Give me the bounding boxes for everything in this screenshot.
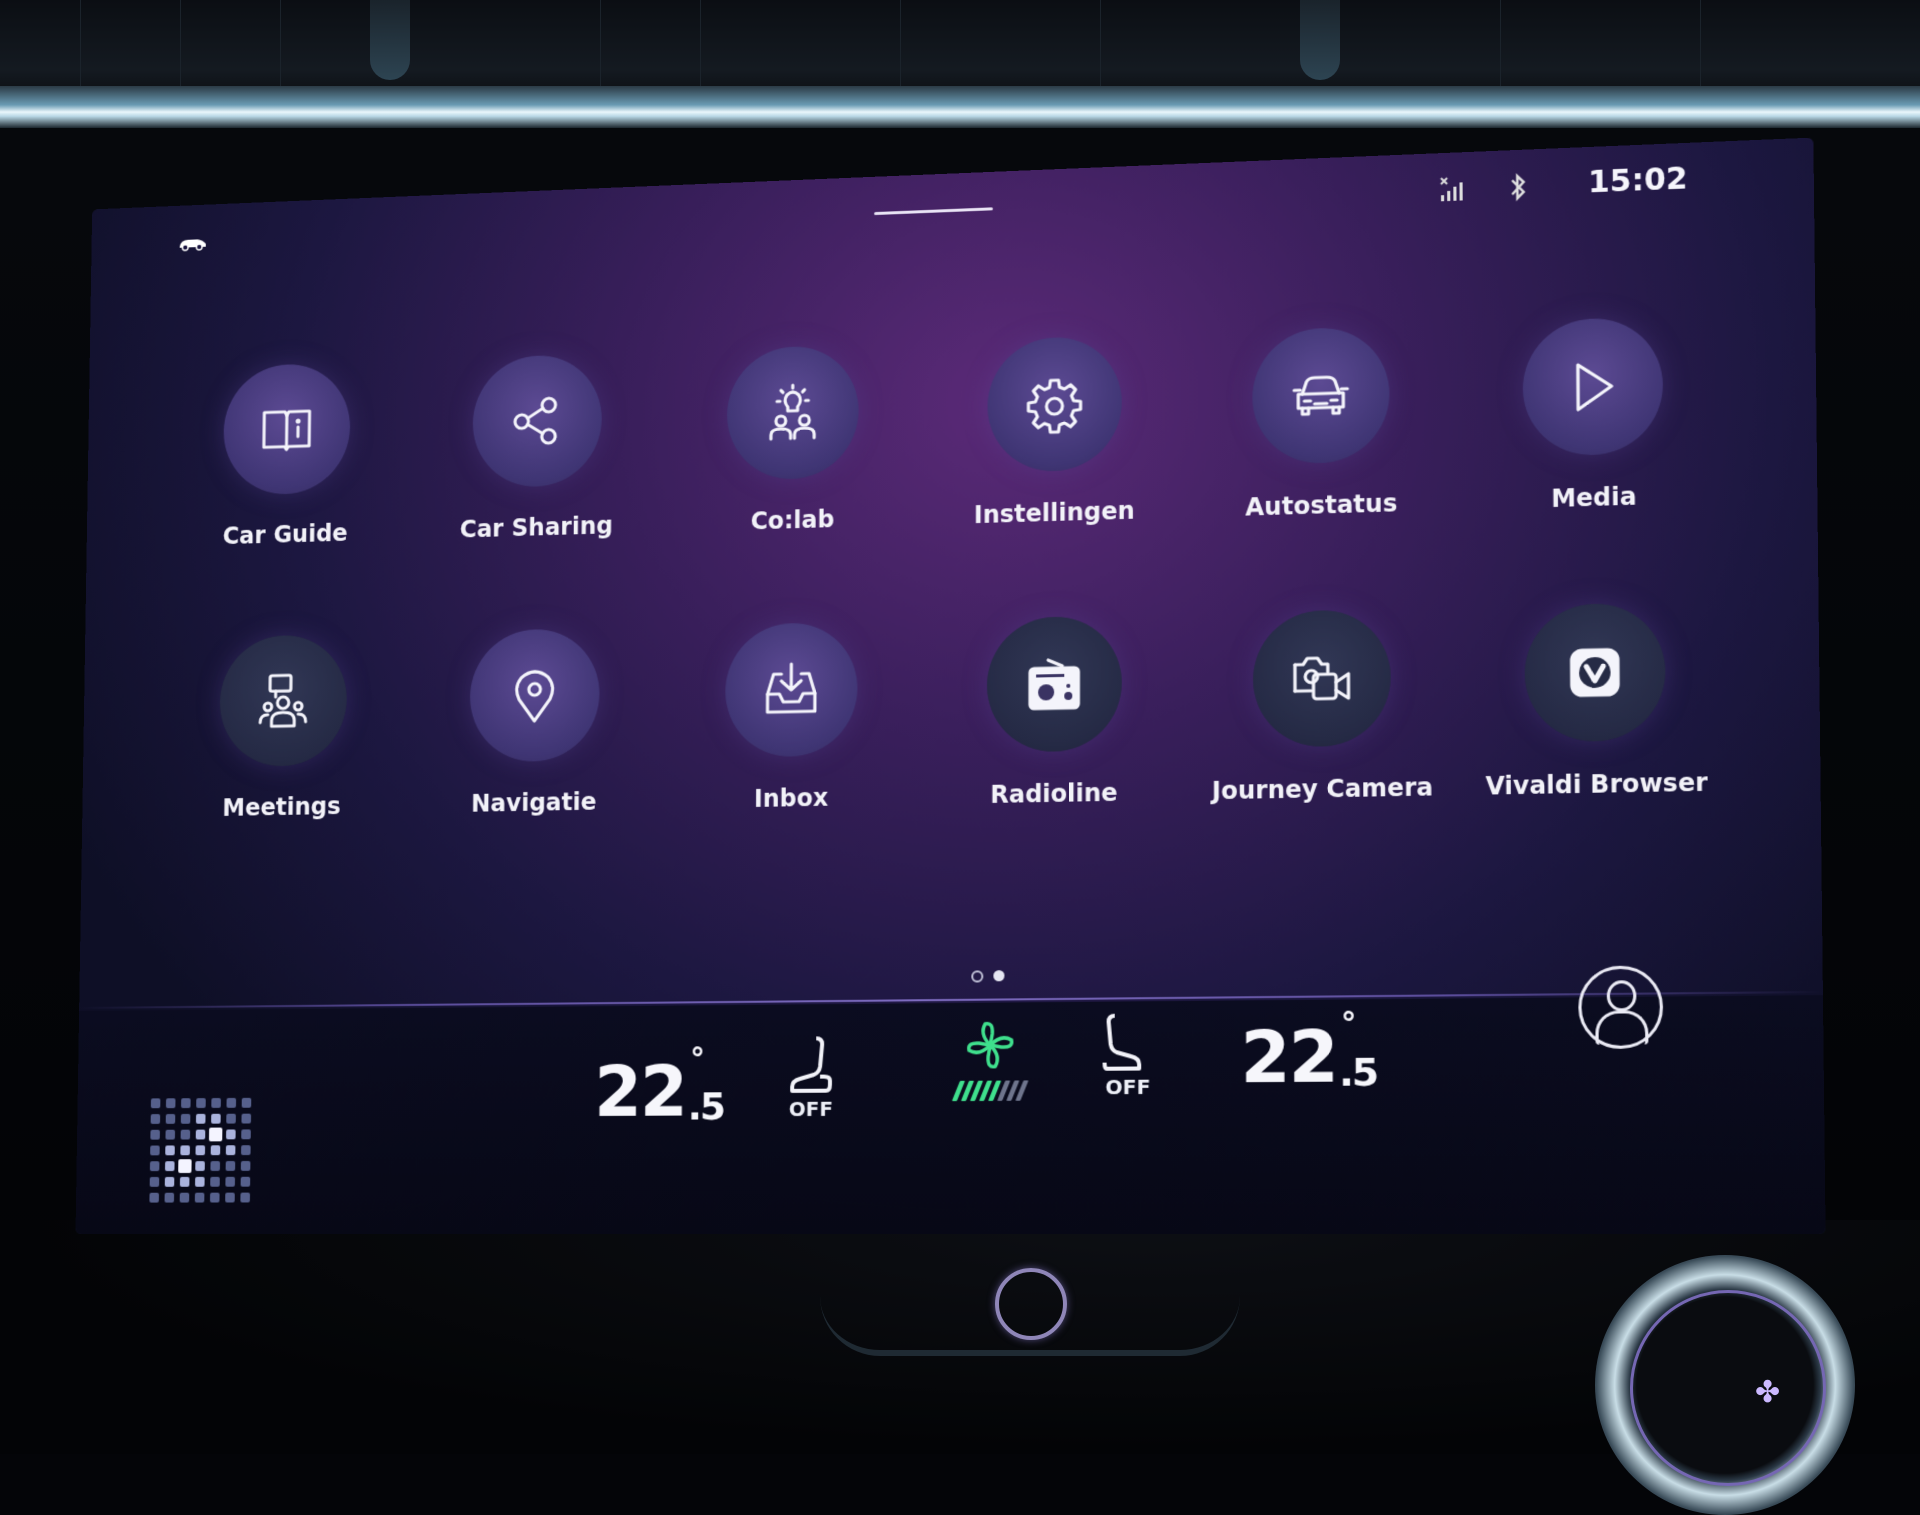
app-label: Radioline: [990, 778, 1118, 809]
dashboard-trim: [0, 86, 1920, 128]
passenger-temp-fraction: 5: [1351, 1049, 1378, 1095]
app-instellingen[interactable]: Instellingen: [922, 313, 1187, 600]
app-label: Media: [1551, 482, 1637, 514]
app-label: Inbox: [753, 783, 829, 813]
app-icon-circle: [986, 615, 1122, 753]
home-button[interactable]: [995, 1268, 1067, 1340]
meeting-icon: [252, 669, 313, 733]
driver-temp-degree: °: [689, 1042, 703, 1078]
app-label: Navigatie: [470, 787, 597, 818]
driver-temp-whole: 22: [593, 1050, 687, 1133]
gear-icon: [1022, 371, 1086, 437]
app-navigatie[interactable]: Navigatie: [406, 607, 663, 888]
app-car-guide[interactable]: Car Guide: [160, 341, 412, 619]
climate-knob-ring: [1630, 1290, 1826, 1486]
passenger-temp-degree: °: [1340, 1006, 1355, 1043]
play-icon: [1559, 353, 1626, 420]
inbox-download-icon: [760, 657, 823, 722]
location-pin-icon: [503, 663, 565, 727]
driver-temp-fraction: 5: [699, 1084, 725, 1129]
share-icon: [506, 389, 568, 453]
notification-pull-handle[interactable]: [874, 207, 993, 216]
profile-icon-head: [1606, 980, 1637, 1012]
book-info-icon: [256, 397, 317, 461]
app-icon-circle: [218, 634, 348, 768]
profile-icon-body: [1595, 1010, 1649, 1045]
app-icon-circle: [725, 621, 859, 758]
vivaldi-icon: [1561, 639, 1629, 706]
app-launcher-grid-icon[interactable]: [149, 1097, 252, 1203]
driver-temperature[interactable]: 22 ° .5: [593, 1042, 725, 1133]
passenger-temp-whole: 22: [1240, 1014, 1337, 1100]
app-icon-circle: [1524, 602, 1667, 743]
app-media[interactable]: Media: [1456, 294, 1734, 587]
bluetooth-icon: [1508, 172, 1529, 210]
app-autostatus[interactable]: Autostatus: [1187, 303, 1458, 593]
passenger-seat-heat-button[interactable]: OFF: [1103, 1011, 1154, 1099]
app-icon-circle: [726, 344, 860, 481]
app-label: Co:lab: [750, 505, 835, 536]
app-car-sharing[interactable]: Car Sharing: [409, 332, 665, 613]
user-profile-button[interactable]: [1578, 965, 1664, 1050]
app-label: Journey Camera: [1211, 772, 1434, 806]
page-dot-1[interactable]: [971, 970, 984, 983]
app-icon-circle: [987, 335, 1122, 474]
clock: 15:02: [1587, 161, 1688, 201]
app-inbox[interactable]: Inbox: [661, 600, 922, 884]
fan-speed-control[interactable]: [951, 1018, 1029, 1102]
app-icon-circle: [472, 353, 603, 489]
no-signal-icon: [1438, 174, 1469, 209]
app-icon-circle: [1522, 316, 1664, 457]
app-label: Car Sharing: [459, 511, 614, 544]
app-icon-circle: [469, 627, 601, 763]
radio-icon: [1022, 651, 1086, 717]
app-meetings[interactable]: Meetings: [156, 613, 409, 891]
app-icon-circle: [1252, 325, 1390, 466]
seat-icon: [1103, 1011, 1154, 1072]
app-icon-circle: [222, 362, 351, 496]
driver-seat-heat-status: OFF: [788, 1096, 834, 1122]
app-label: Meetings: [222, 792, 341, 822]
idea-people-icon: [761, 380, 824, 445]
app-colab[interactable]: Co:lab: [663, 322, 923, 606]
app-label: Instellingen: [973, 496, 1135, 530]
passenger-temperature[interactable]: 22 ° .5: [1240, 1007, 1378, 1100]
page-dot-2-active[interactable]: [993, 970, 1005, 982]
fan-icon: [963, 1018, 1017, 1073]
vent-tab-right: [1300, 0, 1340, 80]
app-label: Autostatus: [1245, 489, 1398, 522]
fan-speed-level: [951, 1080, 1029, 1102]
air-vent: [0, 0, 1920, 100]
infotainment-screen: 15:02 Car Guide Car Sharing Co:lab Inste…: [75, 137, 1826, 1235]
car-front-icon: [1288, 362, 1354, 428]
app-radioline[interactable]: Radioline: [921, 594, 1187, 881]
passenger-seat-heat-status: OFF: [1105, 1074, 1151, 1100]
driver-seat-heat-button[interactable]: OFF: [786, 1034, 836, 1121]
camera-video-icon: [1289, 645, 1355, 711]
climate-bar: 22 ° .5 OFF OFF 22 ° .5: [75, 965, 1826, 1235]
app-grid: Car Guide Car Sharing Co:lab Instellinge…: [156, 294, 1736, 892]
car-mini-icon[interactable]: [177, 233, 209, 257]
vent-tab-left: [370, 0, 410, 80]
app-vivaldi-browser[interactable]: Vivaldi Browser: [1457, 580, 1736, 873]
knob-fan-icon: ✤: [1755, 1375, 1781, 1410]
seat-icon: [786, 1034, 836, 1095]
app-journey-camera[interactable]: Journey Camera: [1187, 587, 1459, 877]
app-label: Vivaldi Browser: [1485, 768, 1708, 801]
app-label: Car Guide: [222, 519, 348, 550]
page-indicator: [971, 970, 1005, 983]
app-icon-circle: [1252, 608, 1392, 748]
